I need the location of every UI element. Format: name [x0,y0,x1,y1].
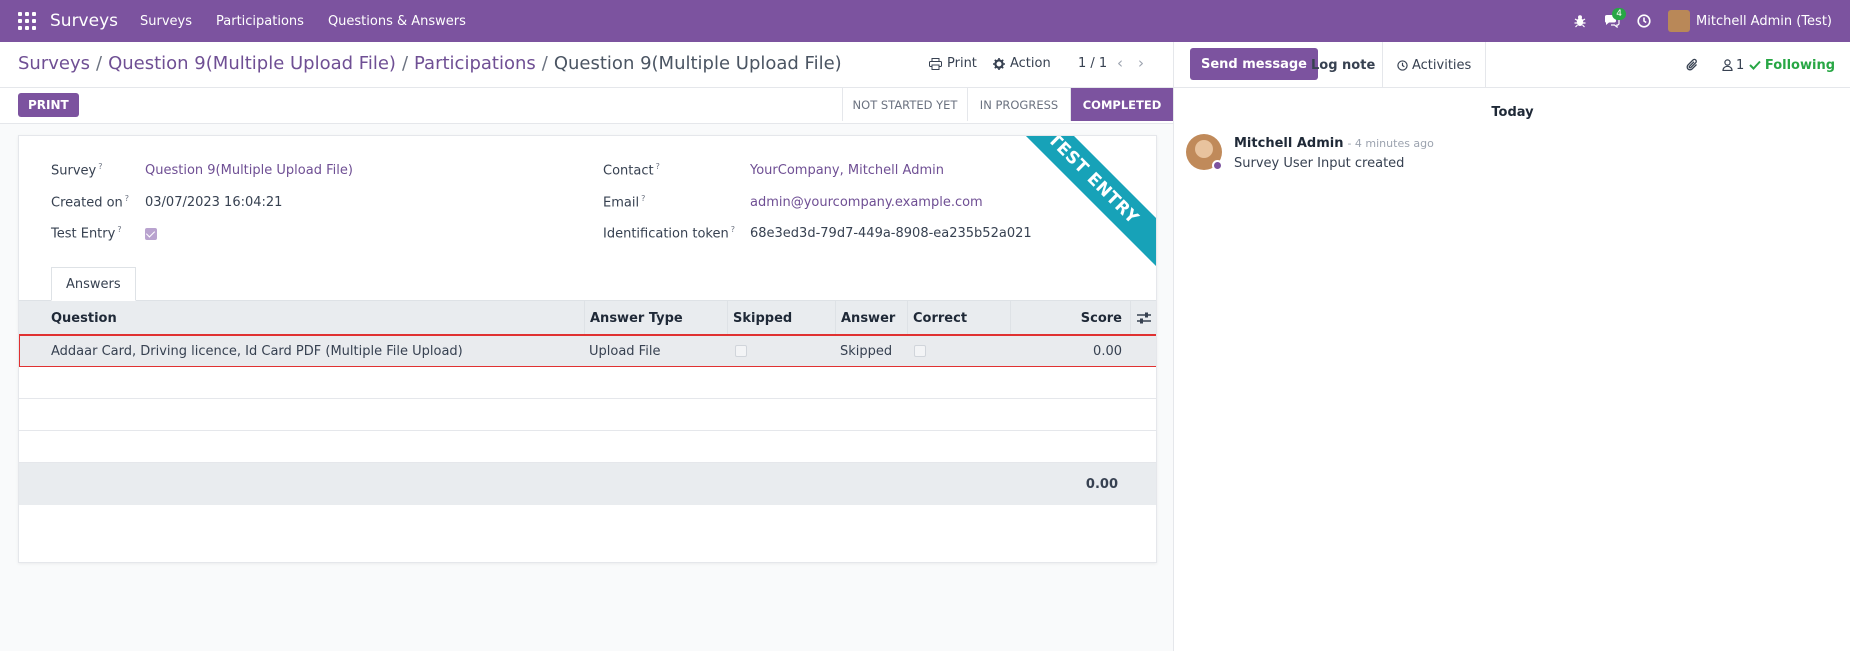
message-time: - 4 minutes ago [1347,137,1434,150]
contact-label: Contact? [603,162,660,179]
followers-button[interactable]: 1 [1722,42,1744,88]
table-header: Question Answer Type Skipped Answer Corr… [19,301,1156,335]
stage-in-progress[interactable]: IN PROGRESS [967,88,1070,121]
row-answer-type: Upload File [589,343,661,359]
col-answer-type[interactable]: Answer Type [584,301,727,335]
menu-surveys[interactable]: Surveys [140,14,192,29]
table-row[interactable]: Addaar Card, Driving licence, Id Card PD… [19,334,1156,368]
tab-answers[interactable]: Answers [51,267,136,301]
menu-participations[interactable]: Participations [216,14,304,29]
following-button[interactable]: Following [1749,42,1835,88]
pager-value[interactable]: 1 / 1 [1078,56,1107,71]
action-dropdown-button[interactable]: Action [993,56,1051,71]
email-label: Email? [603,194,646,211]
user-name: Mitchell Admin (Test) [1696,13,1832,29]
user-menu[interactable]: Mitchell Admin (Test) [1660,10,1850,32]
row-score: 0.00 [1093,343,1122,359]
col-question[interactable]: Question [46,301,584,335]
print-button[interactable]: PRINT [18,93,79,117]
chevron-left-icon[interactable]: ‹ [1117,54,1123,72]
form-sheet: TEST ENTRY Survey? Question 9(Multiple U… [18,135,1157,563]
clock-icon[interactable] [1628,0,1660,42]
row-answer: Skipped [840,343,893,359]
message-body: Survey User Input created [1234,156,1405,171]
check-icon [1749,60,1761,70]
row-skipped-checkbox [735,345,747,357]
stage-not-started[interactable]: NOT STARTED YET [842,88,967,121]
apps-icon[interactable] [18,12,36,30]
app-brand[interactable]: Surveys [50,11,118,31]
survey-field[interactable]: Question 9(Multiple Upload File) [145,163,353,178]
col-score[interactable]: Score [1010,301,1130,335]
breadcrumb: Surveys / Question 9(Multiple Upload File)… [18,53,842,74]
send-message-button[interactable]: Send message [1190,48,1318,80]
created-on-value: 03/07/2023 16:04:21 [145,195,283,210]
token-label: Identification token? [603,225,735,242]
table-footer: 0.00 [19,463,1156,505]
test-entry-ribbon: TEST ENTRY [999,136,1156,273]
user-icon [1722,59,1733,71]
chat-icon[interactable]: 4 [1596,0,1628,42]
answers-table: Question Answer Type Skipped Answer Corr… [19,301,1156,505]
test-entry-checkbox[interactable] [145,228,157,240]
breadcrumb-participations[interactable]: Participations [414,53,536,74]
col-answer[interactable]: Answer [835,301,907,335]
paperclip-icon[interactable] [1686,42,1699,88]
date-separator: Today [1491,105,1534,120]
breadcrumb-surveys[interactable]: Surveys [18,53,90,74]
activities-button[interactable]: Activities [1397,42,1471,88]
col-correct[interactable]: Correct [907,301,1010,335]
messages-badge: 4 [1612,8,1627,20]
chevron-right-icon[interactable]: › [1138,54,1144,72]
bug-icon[interactable] [1564,0,1596,42]
top-navbar: Surveys Surveys Participations Questions… [0,0,1850,42]
col-skipped[interactable]: Skipped [727,301,835,335]
page-title: Question 9(Multiple Upload File) [553,53,842,74]
table-row-empty [19,399,1156,431]
clock-icon [1397,59,1408,71]
chatter-topbar: Send message Log note Activities 1 Follo… [1174,42,1850,88]
email-field[interactable]: admin@yourcompany.example.com [750,195,983,210]
gear-icon [993,57,1005,70]
presence-indicator [1212,160,1223,171]
test-entry-label: Test Entry? [51,225,122,242]
chatter-panel: Send message Log note Activities 1 Follo… [1173,42,1850,651]
row-correct-checkbox [914,345,926,357]
message-author: Mitchell Admin - 4 minutes ago [1234,136,1434,151]
breadcrumb-survey[interactable]: Question 9(Multiple Upload File) [108,53,396,74]
created-on-label: Created on? [51,194,130,211]
table-row-empty [19,367,1156,399]
token-value: 68e3ed3d-79d7-449a-8908-ea235b52a021 [750,226,1032,241]
log-note-button[interactable]: Log note [1311,42,1375,88]
table-row-empty [19,431,1156,463]
contact-field[interactable]: YourCompany, Mitchell Admin [750,163,944,178]
statusbar: PRINT NOT STARTED YET IN PROGRESS COMPLE… [0,88,1173,124]
control-panel: Surveys / Question 9(Multiple Upload File)… [0,42,1173,88]
stage-completed[interactable]: COMPLETED [1070,88,1173,121]
menu-questions-answers[interactable]: Questions & Answers [328,14,466,29]
score-total: 0.00 [1085,476,1118,492]
row-question: Addaar Card, Driving licence, Id Card PD… [51,343,463,359]
avatar [1668,10,1691,32]
survey-label: Survey? [51,162,103,179]
print-dropdown-button[interactable]: Print [929,56,977,71]
settings-sliders-icon[interactable] [1130,301,1156,335]
print-icon [929,57,942,70]
